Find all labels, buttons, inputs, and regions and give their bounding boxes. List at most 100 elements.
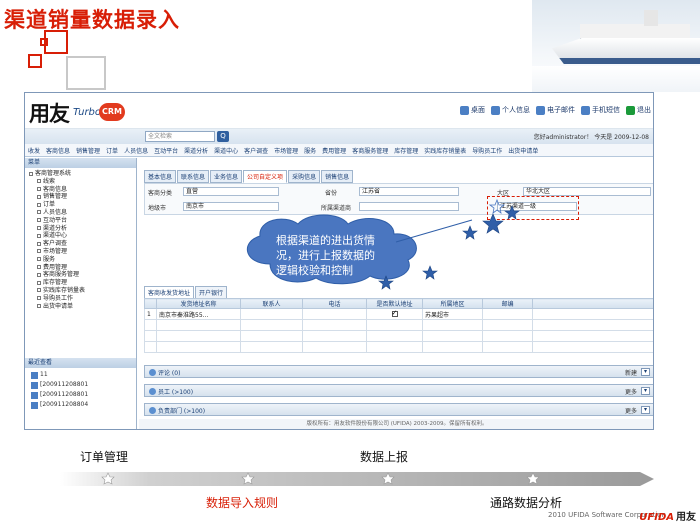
collapse-icon[interactable]: ▾ — [641, 368, 650, 376]
topnav-email[interactable]: 电子邮件 — [536, 105, 575, 115]
menu-item[interactable]: 客户调查 — [244, 146, 268, 155]
menu-item[interactable]: 渠道中心 — [214, 146, 238, 155]
col-default: 是否默认地址 — [366, 298, 423, 309]
menu-item[interactable]: 人员信息 — [124, 146, 148, 155]
menu-item[interactable]: 客商信息 — [46, 146, 70, 155]
menu-item[interactable]: 出货申请单 — [508, 146, 538, 155]
collapse-icon[interactable]: ▾ — [641, 406, 650, 414]
expand-icon[interactable] — [37, 280, 41, 285]
expand-icon[interactable] — [37, 296, 41, 301]
tab-business[interactable]: 业务信息 — [210, 170, 243, 183]
menu-item[interactable]: 订单 — [106, 146, 118, 155]
menu-item[interactable]: 库存管理 — [394, 146, 418, 155]
record-icon — [31, 391, 38, 399]
channel-label: 所属渠道商 — [321, 205, 352, 212]
menu-item[interactable]: 实践库存销量表 — [424, 146, 466, 155]
panel-comments-action[interactable]: 新建 — [625, 368, 637, 377]
channel-field-empty[interactable] — [359, 202, 459, 211]
city-label: 地级市 — [148, 205, 167, 212]
cell-name[interactable]: 南京市秦淮路55... — [156, 308, 241, 320]
sidebar-tree-item[interactable]: 线索 — [29, 178, 136, 186]
expand-icon[interactable] — [37, 194, 41, 199]
menu-item[interactable]: 服务 — [304, 146, 316, 155]
sidebar-tree-item[interactable]: 出货申请单 — [29, 303, 136, 311]
timeline-label-import-rules: 数据导入规则 — [206, 496, 279, 510]
menu-item[interactable]: 费用管理 — [322, 146, 346, 155]
recent-item[interactable]: [200911208801 — [31, 380, 88, 390]
main-content: 基本信息 联系信息 业务信息 公司自定义项 采购信息 销售信息 客商分类 直营 … — [139, 158, 653, 429]
expand-icon[interactable] — [37, 257, 41, 262]
cell-phone[interactable] — [302, 308, 367, 320]
province-field[interactable]: 江苏省 — [359, 187, 459, 196]
default-checkbox[interactable] — [391, 309, 398, 317]
sidebar-tree-item[interactable]: 互动平台 — [29, 217, 136, 225]
search-input[interactable]: 全文检索 — [145, 131, 215, 142]
menu-item[interactable]: 客商服务管理 — [352, 146, 388, 155]
topnav-sms[interactable]: 手机短信 — [581, 105, 620, 115]
menu-item[interactable]: 导购员工作 — [472, 146, 502, 155]
cell-default[interactable] — [366, 308, 423, 320]
sidebar-tree-item[interactable]: 导购员工作 — [29, 295, 136, 303]
sidebar-tree-item[interactable]: 订单 — [29, 201, 136, 209]
collapse-icon[interactable]: ▾ — [641, 387, 650, 395]
timeline-label-report: 数据上报 — [360, 450, 409, 464]
expand-icon[interactable] — [37, 202, 41, 207]
tab-custom-fields[interactable]: 公司自定义项 — [243, 170, 288, 183]
cell-contact[interactable] — [240, 308, 303, 320]
expand-icon[interactable] — [37, 288, 41, 293]
region-field[interactable]: 华北大区 — [523, 187, 651, 196]
panel-employees[interactable]: 员工 (>100) 更多 ▾ — [144, 384, 653, 397]
expand-icon[interactable] — [29, 171, 33, 176]
menu-item[interactable]: 互动平台 — [154, 146, 178, 155]
menu-item[interactable]: 市场管理 — [274, 146, 298, 155]
sidebar-tree-item[interactable]: 库存管理 — [29, 279, 136, 287]
recent-item[interactable]: [200911208804 — [31, 400, 88, 410]
search-bar: 全文检索 Q 您好administrator！ 今天是 2009-12-08 — [25, 129, 653, 144]
topnav-profile[interactable]: 个人信息 — [491, 105, 530, 115]
expand-icon[interactable] — [37, 249, 41, 254]
panel-comments[interactable]: 评论 (0) 新建 ▾ — [144, 365, 653, 378]
panel-employees-action[interactable]: 更多 — [625, 387, 637, 396]
sidebar-tree-item[interactable]: 渠道中心 — [29, 232, 136, 240]
cell-region[interactable]: 苏果超市 — [422, 308, 483, 320]
menu-item[interactable]: 收发 — [28, 146, 40, 155]
topnav-logout[interactable]: 退出 — [626, 105, 651, 115]
panel-departments-action[interactable]: 更多 — [625, 406, 637, 415]
expand-icon[interactable] — [37, 210, 41, 215]
expand-icon[interactable] — [37, 265, 41, 270]
tab-basic[interactable]: 基本信息 — [144, 170, 177, 183]
tab-contact[interactable]: 联系信息 — [177, 170, 210, 183]
menu-item[interactable]: 渠道分析 — [184, 146, 208, 155]
customer-class-field[interactable]: 直营 — [183, 187, 279, 196]
user-icon — [491, 105, 500, 115]
sidebar-tree-item[interactable]: 客商服务管理 — [29, 271, 136, 279]
cell-zip[interactable] — [482, 308, 533, 320]
table-row[interactable]: 1 南京市秦淮路55... 苏果超市 — [144, 308, 653, 320]
sidebar-tree-item[interactable]: 人员信息 — [29, 209, 136, 217]
panel-departments[interactable]: 负责部门 (>100) 更多 ▾ — [144, 403, 653, 416]
expand-icon[interactable] — [37, 226, 41, 231]
recent-item[interactable]: [200911208801 — [31, 390, 88, 400]
expand-icon[interactable] — [37, 304, 41, 309]
sidebar-tree-item[interactable]: 服务 — [29, 256, 136, 264]
sidebar-tree-item[interactable]: 客户调查 — [29, 240, 136, 248]
recent-item[interactable]: 11 — [31, 370, 88, 380]
main-menu: 收发 客商信息 销售管理 订单 人员信息 互动平台 渠道分析 渠道中心 客户调查… — [25, 144, 653, 157]
expand-icon[interactable] — [37, 179, 41, 184]
sidebar-tree-item[interactable]: 实践库存销量表 — [29, 287, 136, 295]
sidebar-tree-item[interactable]: 市场管理 — [29, 248, 136, 256]
tab-purchase[interactable]: 采购信息 — [288, 170, 321, 183]
expand-icon[interactable] — [37, 187, 41, 192]
expand-icon[interactable] — [37, 233, 41, 238]
timeline-arrow — [60, 472, 654, 486]
sidebar-tree-item[interactable]: 客商管理系统 — [29, 170, 136, 178]
search-button[interactable]: Q — [217, 131, 229, 142]
city-field[interactable]: 南京市 — [183, 202, 279, 211]
topnav-desktop[interactable]: 桌面 — [460, 105, 485, 115]
expand-icon[interactable] — [37, 272, 41, 277]
expand-icon[interactable] — [37, 241, 41, 246]
expand-icon[interactable] — [37, 218, 41, 223]
app-footer: 版权所有：用友软件股份有限公司 (UFIDA) 2003-2009。保留所有权利… — [139, 419, 653, 429]
tab-sales[interactable]: 销售信息 — [321, 170, 354, 183]
menu-item[interactable]: 销售管理 — [76, 146, 100, 155]
